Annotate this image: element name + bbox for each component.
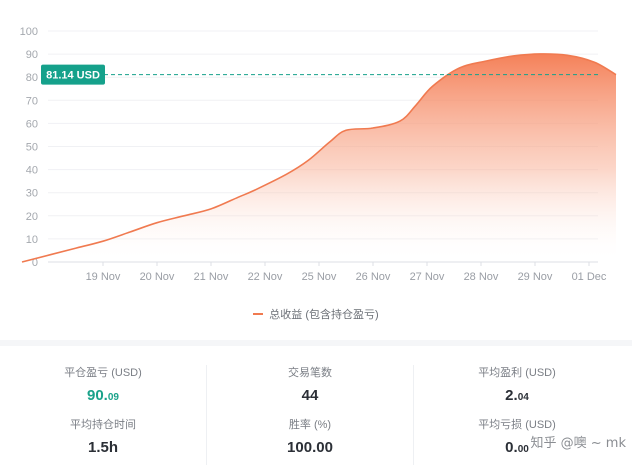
- y-tick-label: 90: [26, 49, 38, 61]
- stat-value: 90.09: [0, 387, 206, 404]
- stats-panel: 平仓盈亏 (USD) 90.09 平均持仓时间 1.5h 交易笔数 44 胜率 …: [0, 355, 632, 471]
- stats-column-2: 交易笔数 44 胜率 (%) 100.00: [206, 365, 413, 465]
- chart-card: 0 10 20 30 40 50 60 70 80 90 100 19 Nov 20 Nov 21 Nov…: [0, 0, 632, 341]
- x-tick-label: 26 Nov: [356, 271, 391, 283]
- x-tick-label: 27 Nov: [410, 271, 445, 283]
- stat-realized-pnl: 平仓盈亏 (USD) 90.09: [0, 365, 206, 417]
- x-tick-label: 28 Nov: [464, 271, 499, 283]
- reference-badge-label: 81.14 USD: [46, 70, 100, 82]
- stat-value: 44: [301, 387, 319, 404]
- stat-value-dec: 00: [517, 444, 529, 455]
- x-tick-label: 22 Nov: [248, 271, 283, 283]
- y-tick-label: 100: [20, 26, 38, 38]
- stat-value-int: 90.: [87, 387, 108, 404]
- x-tick-label: 01 Dec: [572, 271, 607, 283]
- stat-value: 1.5h: [87, 439, 118, 456]
- x-tick-label: 29 Nov: [518, 271, 553, 283]
- series-area-fill: [22, 53, 616, 262]
- stat-win-rate: 胜率 (%) 100.00: [207, 417, 413, 469]
- stat-value-int: 0.: [505, 439, 518, 456]
- stat-value: 100.00: [287, 439, 333, 456]
- pnl-area-chart: 010203040506070809010019 Nov 20 Nov 21 Nov…: [20, 26, 617, 283]
- stat-value-dec: 09: [107, 392, 119, 403]
- stats-column-1: 平仓盈亏 (USD) 90.09 平均持仓时间 1.5h: [0, 365, 206, 465]
- y-tick-label: 40: [26, 165, 38, 177]
- stat-label: 平仓盈亏 (USD): [64, 367, 142, 379]
- stat-value: 2.04: [414, 387, 620, 404]
- y-tick-label: 30: [26, 188, 38, 200]
- stat-value-int: 2.: [505, 387, 518, 404]
- y-tick-label: 70: [26, 95, 38, 107]
- stat-label: 交易笔数: [288, 367, 332, 379]
- y-tick-label: 50: [26, 142, 38, 154]
- y-tick-label: 80: [26, 72, 38, 84]
- legend-label: 总收益 (包含持仓盈亏): [269, 309, 379, 321]
- stat-label: 平均盈利 (USD): [478, 367, 556, 379]
- x-tick-label: 20 Nov: [140, 271, 175, 283]
- stat-label: 平均亏损 (USD): [478, 419, 556, 431]
- section-divider: [0, 340, 632, 346]
- x-tick-label: 25 Nov: [302, 271, 337, 283]
- stat-label: 胜率 (%): [288, 419, 332, 431]
- stat-value-dec: 04: [517, 392, 529, 403]
- stat-avg-hold-time: 平均持仓时间 1.5h: [0, 417, 206, 469]
- x-tick-label: 21 Nov: [194, 271, 229, 283]
- x-tick-label: 19 Nov: [86, 271, 121, 283]
- stat-avg-profit: 平均盈利 (USD) 2.04: [414, 365, 620, 417]
- stat-label: 平均持仓时间: [70, 419, 136, 431]
- y-tick-label: 20: [26, 211, 38, 223]
- watermark: 知乎 @噢 ~ mk: [530, 436, 626, 451]
- y-tick-label: 60: [26, 118, 38, 130]
- y-tick-label: 10: [26, 234, 38, 246]
- chart-legend[interactable]: 总收益 (包含持仓盈亏): [0, 306, 632, 322]
- stat-trade-count: 交易笔数 44: [207, 365, 413, 417]
- legend-swatch: [253, 313, 264, 315]
